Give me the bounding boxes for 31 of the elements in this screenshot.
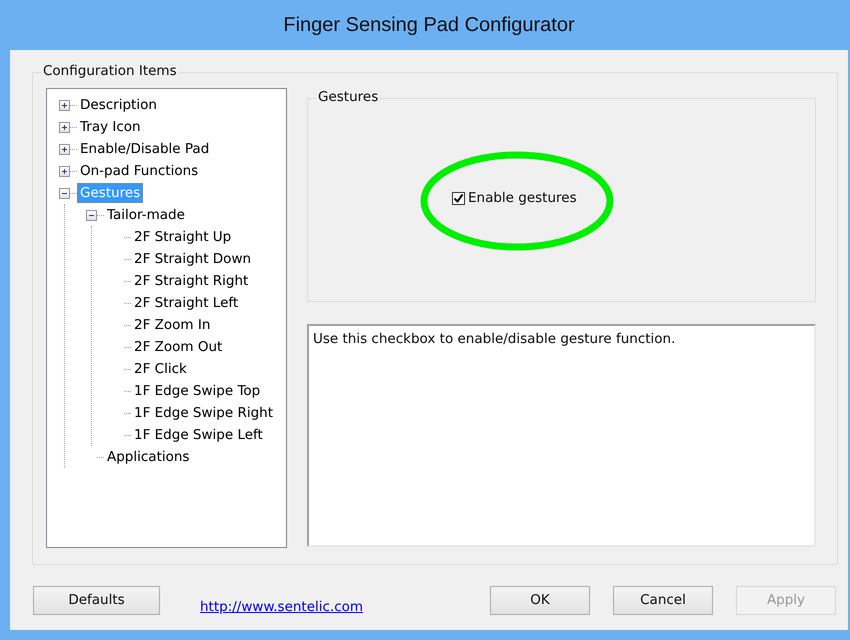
tree-item[interactable]: Tray Icon <box>77 117 144 137</box>
tree-item[interactable]: 2F Straight Right <box>131 271 252 291</box>
tree-item[interactable]: 2F Zoom In <box>131 315 214 335</box>
defaults-button[interactable]: Defaults <box>33 586 160 614</box>
group-title: Configuration Items <box>41 63 179 79</box>
collapse-icon[interactable] <box>86 210 97 220</box>
tree-item[interactable]: Description <box>77 95 160 115</box>
collapse-icon[interactable] <box>59 188 70 198</box>
enable-gestures-checkbox[interactable]: Enable gestures <box>452 190 577 206</box>
dialog-button[interactable]: OK <box>490 586 590 614</box>
tree-item[interactable]: Enable/Disable Pad <box>77 139 212 159</box>
checkmark-icon <box>453 192 464 204</box>
website-link[interactable]: http://www.sentelic.com <box>200 599 364 615</box>
window-title: Finger Sensing Pad Configurator <box>282 12 576 38</box>
tree-item[interactable]: 2F Click <box>131 359 190 379</box>
expand-icon[interactable] <box>59 100 70 110</box>
tree-item[interactable]: 2F Straight Down <box>131 249 254 269</box>
tree-item[interactable]: 1F Edge Swipe Top <box>131 381 264 401</box>
expand-icon[interactable] <box>59 166 70 176</box>
expand-icon[interactable] <box>59 144 70 154</box>
tree-item[interactable]: On-pad Functions <box>77 161 202 181</box>
dialog-button[interactable]: Cancel <box>613 586 713 614</box>
tree-item[interactable]: Tailor-made <box>104 205 188 225</box>
expand-icon[interactable] <box>59 122 70 132</box>
tree-item[interactable]: 1F Edge Swipe Right <box>131 403 276 423</box>
description-text: Use this checkbox to enable/disable gesture function. <box>307 324 816 547</box>
tree-item[interactable]: Applications <box>104 447 192 467</box>
tree-item[interactable]: 2F Straight Up <box>131 227 234 247</box>
tree-item[interactable]: 2F Zoom Out <box>131 337 226 357</box>
tree-item[interactable]: 2F Straight Left <box>131 293 242 313</box>
tree-item[interactable]: 1F Edge Swipe Left <box>131 425 266 445</box>
